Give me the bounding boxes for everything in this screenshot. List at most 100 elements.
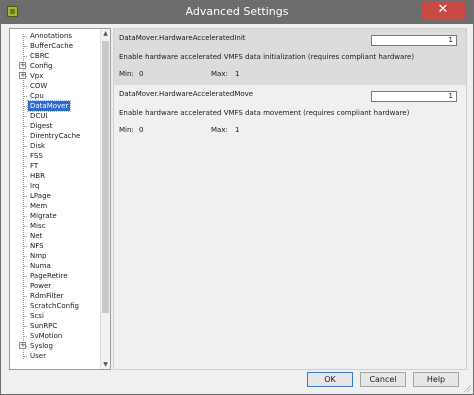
tree-item-label: Digest bbox=[30, 122, 53, 130]
tree-item[interactable]: Cpu bbox=[10, 91, 100, 101]
tree-item-label: LPage bbox=[30, 192, 51, 200]
expand-icon[interactable]: + bbox=[19, 342, 26, 349]
max-value: 1 bbox=[235, 126, 240, 134]
tree-item-label: Misc bbox=[30, 222, 46, 230]
title-bar[interactable]: Advanced Settings ✕ bbox=[1, 1, 473, 24]
setting-description: Enable hardware accelerated VMFS data mo… bbox=[119, 109, 410, 117]
tree-connector bbox=[23, 186, 27, 187]
tree-scrollbar[interactable]: ▲ ▼ bbox=[100, 29, 110, 369]
tree-item-label: Vpx bbox=[30, 72, 44, 80]
tree-item[interactable]: DirentryCache bbox=[10, 131, 100, 141]
tree-connector bbox=[23, 96, 27, 97]
ok-button[interactable]: OK bbox=[307, 372, 353, 387]
scroll-thumb[interactable] bbox=[102, 41, 109, 313]
tree-connector bbox=[23, 146, 27, 147]
tree-item-label: Irq bbox=[30, 182, 40, 190]
resize-grip-icon[interactable] bbox=[463, 384, 471, 392]
tree-item-label: Disk bbox=[30, 142, 46, 150]
advanced-settings-window: Advanced Settings ✕ Annotations BufferCac… bbox=[0, 0, 474, 395]
tree-item[interactable]: SvMotion bbox=[10, 331, 100, 341]
window-title: Advanced Settings bbox=[185, 5, 289, 18]
tree-connector bbox=[23, 206, 27, 207]
dialog-button-bar: OK Cancel Help bbox=[1, 370, 473, 394]
tree-item[interactable]: FT bbox=[10, 161, 100, 171]
tree-item[interactable]: NFS bbox=[10, 241, 100, 251]
tree-item[interactable]: PageRetire bbox=[10, 271, 100, 281]
tree-item-label: NFS bbox=[30, 242, 44, 250]
tree-item-label: FT bbox=[30, 162, 39, 170]
tree-connector bbox=[23, 126, 27, 127]
tree-connector bbox=[23, 36, 27, 37]
tree-connector bbox=[23, 116, 27, 117]
tree-item[interactable]: SunRPC bbox=[10, 321, 100, 331]
tree-item[interactable]: DCUI bbox=[10, 111, 100, 121]
tree-connector bbox=[23, 336, 27, 337]
close-button[interactable]: ✕ bbox=[421, 1, 465, 20]
tree-item[interactable]: + Config bbox=[10, 61, 100, 71]
cancel-button[interactable]: Cancel bbox=[360, 372, 406, 387]
tree-item[interactable]: Irq bbox=[10, 181, 100, 191]
tree-item[interactable]: + Vpx bbox=[10, 71, 100, 81]
tree-item-label: Numa bbox=[30, 262, 51, 270]
tree-item-label: SunRPC bbox=[30, 322, 58, 330]
tree-item-label: COW bbox=[30, 82, 48, 90]
tree-item-label: User bbox=[30, 352, 46, 360]
tree-item[interactable]: CBRC bbox=[10, 51, 100, 61]
tree-item[interactable]: HBR bbox=[10, 171, 100, 181]
tree-item-label: ScratchConfig bbox=[30, 302, 79, 310]
tree-item[interactable]: Power bbox=[10, 281, 100, 291]
tree-item[interactable]: Migrate bbox=[10, 211, 100, 221]
setting-name: DataMover.HardwareAcceleratedInit bbox=[119, 34, 246, 42]
tree-connector bbox=[23, 326, 27, 327]
tree-item[interactable]: User bbox=[10, 351, 100, 361]
tree-item[interactable]: Numa bbox=[10, 261, 100, 271]
tree-item[interactable]: DataMover bbox=[10, 100, 100, 112]
tree-item-label: Config bbox=[30, 62, 53, 70]
tree-connector bbox=[23, 86, 27, 87]
scroll-down-arrow-icon[interactable]: ▼ bbox=[101, 360, 110, 369]
tree-item[interactable]: Net bbox=[10, 231, 100, 241]
expand-icon[interactable]: + bbox=[19, 62, 26, 69]
tree-item[interactable]: Mem bbox=[10, 201, 100, 211]
tree-connector bbox=[23, 226, 27, 227]
expand-icon[interactable]: + bbox=[19, 72, 26, 79]
tree-connector bbox=[23, 106, 27, 107]
help-button[interactable]: Help bbox=[413, 372, 459, 387]
setting-value-input[interactable]: 1 bbox=[371, 35, 457, 46]
tree-connector bbox=[23, 236, 27, 237]
settings-panel: DataMover.HardwareAcceleratedInit 1 Enab… bbox=[113, 28, 467, 370]
tree-connector bbox=[23, 296, 27, 297]
max-label: Max: bbox=[211, 70, 228, 78]
tree-item[interactable]: COW bbox=[10, 81, 100, 91]
min-value: 0 bbox=[139, 126, 144, 134]
tree-item[interactable]: Nmp bbox=[10, 251, 100, 261]
tree-item[interactable]: Annotations bbox=[10, 31, 100, 41]
tree-item[interactable]: Disk bbox=[10, 141, 100, 151]
tree-item-label: Migrate bbox=[30, 212, 57, 220]
setting-name: DataMover.HardwareAcceleratedMove bbox=[119, 90, 254, 98]
tree-item[interactable]: LPage bbox=[10, 191, 100, 201]
tree-items: Annotations BufferCache CBRC + Config + Vpx COW… bbox=[10, 29, 100, 369]
scroll-up-arrow-icon[interactable]: ▲ bbox=[101, 29, 110, 38]
tree-item[interactable]: RdmFilter bbox=[10, 291, 100, 301]
tree-item-label: SvMotion bbox=[30, 332, 63, 340]
tree-item-label: Annotations bbox=[30, 32, 73, 40]
tree-item[interactable]: BufferCache bbox=[10, 41, 100, 51]
tree-item[interactable]: ScratchConfig bbox=[10, 301, 100, 311]
tree-item[interactable]: Scsi bbox=[10, 311, 100, 321]
setting-value-input[interactable]: 1 bbox=[371, 91, 457, 102]
tree-item-label: Net bbox=[30, 232, 43, 240]
tree-connector bbox=[23, 46, 27, 47]
settings-category-tree[interactable]: Annotations BufferCache CBRC + Config + Vpx COW… bbox=[9, 28, 111, 370]
min-label: Min: bbox=[119, 70, 134, 78]
tree-item-label: Cpu bbox=[30, 92, 44, 100]
tree-item-label: DirentryCache bbox=[30, 132, 81, 140]
tree-item[interactable]: Misc bbox=[10, 221, 100, 231]
tree-item[interactable]: FSS bbox=[10, 151, 100, 161]
tree-item[interactable]: + Syslog bbox=[10, 341, 100, 351]
tree-item[interactable]: Digest bbox=[10, 121, 100, 131]
tree-connector bbox=[23, 276, 27, 277]
tree-item-label: Power bbox=[30, 282, 52, 290]
tree-connector bbox=[23, 266, 27, 267]
tree-item-label: Scsi bbox=[30, 312, 44, 320]
